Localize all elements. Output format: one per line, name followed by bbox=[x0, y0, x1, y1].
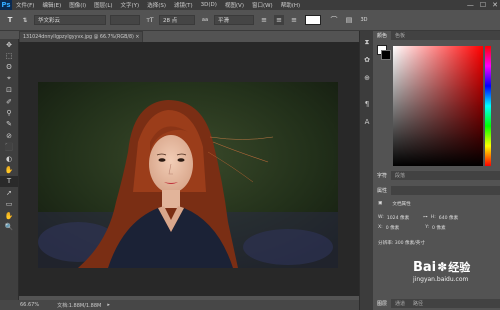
width-label: W: bbox=[378, 215, 384, 220]
width-value[interactable]: 1024 像素 bbox=[387, 215, 409, 221]
3d-icon[interactable]: 3D bbox=[359, 15, 369, 25]
warp-text-icon[interactable]: ⌒ bbox=[329, 15, 339, 25]
menu-window[interactable]: 窗口(W) bbox=[248, 1, 277, 9]
antialias-icon: aa bbox=[201, 17, 209, 23]
shape-tool-icon[interactable]: ▭ bbox=[0, 198, 18, 209]
menu-select[interactable]: 选择(S) bbox=[143, 1, 170, 9]
menu-image[interactable]: 图像(I) bbox=[65, 1, 90, 9]
align-left-icon[interactable]: ≡ bbox=[259, 15, 269, 25]
crop-tool-icon[interactable]: ⊡ bbox=[0, 85, 18, 96]
mini-dock: ⧗ ✿ ⊕ ¶ A bbox=[359, 31, 374, 310]
tab-channels[interactable]: 通道 bbox=[391, 299, 409, 308]
hue-slider[interactable] bbox=[485, 46, 491, 166]
doc-icon: ▣ bbox=[378, 201, 383, 206]
character-panel-tabs: 字符 段落 bbox=[373, 171, 500, 180]
dodge-tool-icon[interactable]: ✋ bbox=[0, 164, 18, 175]
document-image bbox=[38, 82, 338, 268]
menu-bar: Ps 文件(F) 编辑(E) 图像(I) 图层(L) 文字(Y) 选择(S) 滤… bbox=[0, 0, 500, 10]
align-right-icon[interactable]: ≡ bbox=[289, 15, 299, 25]
font-style-select[interactable] bbox=[110, 15, 140, 25]
x-label: X: bbox=[378, 225, 383, 230]
color-field[interactable] bbox=[393, 46, 483, 166]
menu-help[interactable]: 帮助(H) bbox=[277, 1, 304, 9]
tab-paragraph[interactable]: 段落 bbox=[391, 171, 409, 180]
history-icon[interactable]: ⧗ bbox=[360, 35, 374, 49]
bg-color-swatch[interactable] bbox=[381, 50, 391, 60]
font-size-icon: тT bbox=[146, 16, 154, 24]
menu-layer[interactable]: 图层(L) bbox=[90, 1, 116, 9]
text-color-swatch[interactable] bbox=[305, 15, 321, 25]
watermark: Bai ✽ 经验 jingyan.baidu.com bbox=[413, 259, 498, 299]
eyedropper-tool-icon[interactable]: ✐ bbox=[0, 96, 18, 107]
tab-layers[interactable]: 图层 bbox=[373, 299, 392, 308]
watermark-brand2: 经验 bbox=[448, 261, 471, 274]
font-size-select[interactable]: 28 点 bbox=[159, 15, 195, 25]
clone-tool-icon[interactable]: ⊘ bbox=[0, 130, 18, 141]
clone-source-icon[interactable]: ⊕ bbox=[360, 71, 374, 85]
orientation-toggle-icon[interactable]: ⇅ bbox=[20, 15, 30, 25]
watermark-brand: Bai bbox=[413, 259, 437, 275]
char-panel-icon[interactable]: ▤ bbox=[344, 15, 354, 25]
paragraph-style-icon[interactable]: ¶ bbox=[360, 97, 374, 111]
maximize-button[interactable]: ☐ bbox=[480, 1, 486, 9]
antialias-select[interactable]: 平滑 bbox=[214, 15, 254, 25]
doc-size: 文档:1.88M/1.88M bbox=[57, 302, 102, 309]
x-value[interactable]: 0 像素 bbox=[386, 225, 400, 231]
options-bar: T ⇅ 华文彩云 тT 28 点 aa 平滑 ≡ ≡ ≡ ⌒ ▤ 3D bbox=[0, 10, 500, 31]
brush-tool-icon[interactable]: ✎ bbox=[0, 119, 18, 130]
y-value[interactable]: 0 像素 bbox=[432, 225, 446, 231]
menu-view[interactable]: 视图(V) bbox=[221, 1, 248, 9]
font-family-select[interactable]: 华文彩云 bbox=[34, 15, 106, 25]
menu-3d[interactable]: 3D(D) bbox=[197, 2, 221, 8]
hand-tool-icon[interactable]: ✋ bbox=[0, 210, 18, 221]
status-bar: 66.67% 文档:1.88M/1.88M ▸ bbox=[0, 300, 360, 310]
document-tab[interactable]: 131024dnnyllgpzylgyyvx.jpg @ 66.7%(RGB/8… bbox=[19, 31, 143, 42]
doc-props-title: ▣ 文档属性 bbox=[378, 201, 411, 207]
app-logo: Ps bbox=[0, 0, 12, 10]
eraser-tool-icon[interactable]: ⬛ bbox=[0, 142, 18, 153]
marquee-tool-icon[interactable]: ⬚ bbox=[0, 50, 18, 61]
path-select-tool-icon[interactable]: ➚ bbox=[0, 187, 18, 198]
status-arrow-icon[interactable]: ▸ bbox=[107, 302, 110, 308]
type-tool-icon[interactable]: T bbox=[5, 15, 15, 25]
tools-panel: ✥ ⬚ ʘ ⌖ ⊡ ✐ ⚲ ✎ ⊘ ⬛ ◐ ✋ T ➚ ▭ ✋ 🔍 bbox=[0, 39, 19, 301]
minimize-button[interactable]: — bbox=[467, 1, 474, 9]
watermark-url: jingyan.baidu.com bbox=[413, 276, 469, 283]
tab-paths[interactable]: 路径 bbox=[409, 299, 427, 308]
align-center-icon[interactable]: ≡ bbox=[274, 15, 284, 25]
quick-select-tool-icon[interactable]: ⌖ bbox=[0, 73, 18, 84]
gradient-tool-icon[interactable]: ◐ bbox=[0, 153, 18, 164]
menu-file[interactable]: 文件(F) bbox=[12, 1, 38, 9]
tab-color[interactable]: 颜色 bbox=[373, 31, 392, 40]
height-label: H: bbox=[430, 215, 436, 220]
lasso-tool-icon[interactable]: ʘ bbox=[0, 62, 18, 73]
y-label: Y: bbox=[425, 225, 430, 230]
color-panel-tabs: 颜色 色板 bbox=[373, 31, 500, 40]
layers-panel-tabs: 图层 通道 路径 bbox=[373, 299, 500, 308]
spot-heal-tool-icon[interactable]: ⚲ bbox=[0, 107, 18, 118]
paw-icon: ✽ bbox=[437, 260, 448, 274]
type-tool-icon[interactable]: T bbox=[0, 175, 18, 188]
link-icon[interactable]: ⊶ bbox=[423, 215, 428, 221]
zoom-tool-icon[interactable]: 🔍 bbox=[0, 221, 18, 232]
menu-type[interactable]: 文字(Y) bbox=[117, 1, 144, 9]
brush-preset-icon[interactable]: ✿ bbox=[360, 53, 374, 67]
tab-properties[interactable]: 属性 bbox=[373, 186, 392, 195]
close-button[interactable]: ✕ bbox=[492, 1, 498, 9]
zoom-level[interactable]: 66.67% bbox=[20, 302, 39, 308]
resolution-value: 分辨率: 300 像素/英寸 bbox=[378, 241, 425, 246]
character-style-icon[interactable]: A bbox=[360, 115, 374, 129]
height-value[interactable]: 640 像素 bbox=[439, 215, 458, 221]
tab-character[interactable]: 字符 bbox=[373, 171, 392, 180]
move-tool-icon[interactable]: ✥ bbox=[0, 39, 18, 50]
tab-swatches[interactable]: 色板 bbox=[391, 31, 409, 40]
canvas-area[interactable] bbox=[19, 42, 359, 296]
right-panels: 颜色 色板 字符 段落 属性 ▣ 文档属性 W: 1024 像素 ⊶ H: 640… bbox=[373, 31, 500, 310]
menu-filter[interactable]: 滤镜(T) bbox=[170, 1, 197, 9]
properties-panel-tabs: 属性 bbox=[373, 186, 500, 195]
menu-edit[interactable]: 编辑(E) bbox=[38, 1, 65, 9]
